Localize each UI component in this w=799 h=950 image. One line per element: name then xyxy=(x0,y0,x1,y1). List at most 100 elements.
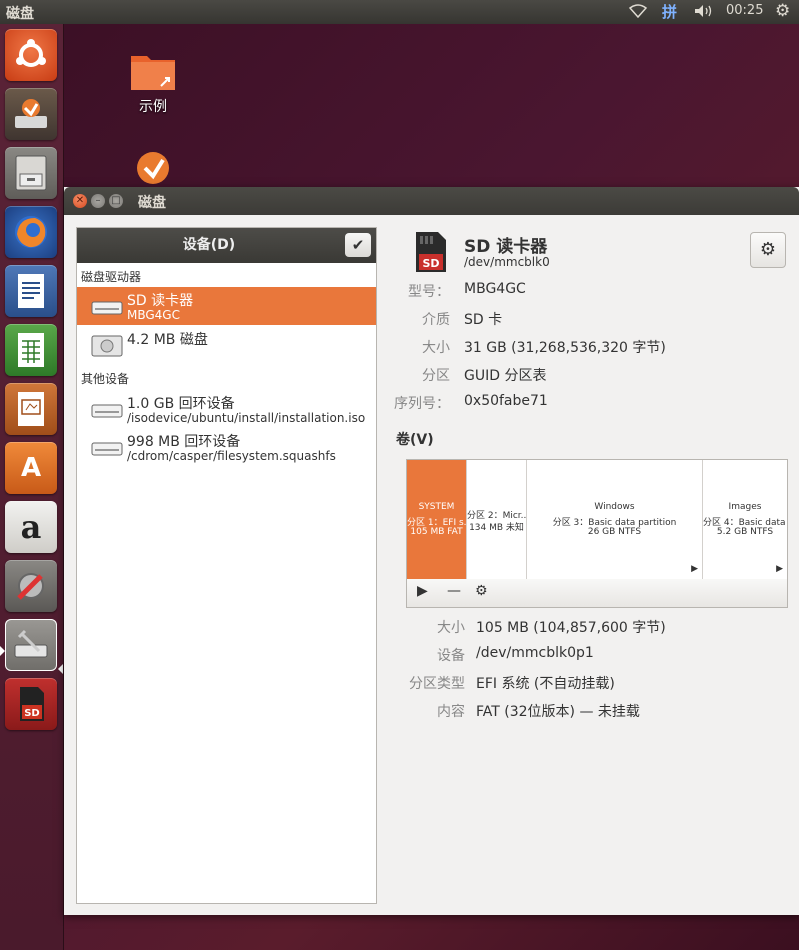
section-other: 其他设备 xyxy=(81,372,130,386)
vol-label-contents: 内容 xyxy=(437,704,465,720)
volume-icon[interactable] xyxy=(693,3,715,21)
amazon-icon: a xyxy=(20,508,42,546)
drive-name: 4.2 MB 磁盘 xyxy=(127,332,208,348)
partition-block-3[interactable]: Windows 分区 3：Basic data partition 26 GB … xyxy=(527,460,703,580)
vol-value-contents: FAT (32位版本) — 未挂载 xyxy=(476,704,640,720)
volumes-heading: 卷(V) xyxy=(396,432,434,448)
volume-toolbar: ▶ — ⚙ xyxy=(406,579,788,608)
prop-value-size: 31 GB (31,268,536,320 字节) xyxy=(464,340,666,356)
active-app-title: 磁盘 xyxy=(6,6,34,22)
device-list-header: 设备(D) ✔ xyxy=(77,228,376,263)
svg-text:SD: SD xyxy=(422,257,439,270)
drive-icon xyxy=(91,301,123,315)
launcher-software-center[interactable]: A xyxy=(5,442,57,494)
devices-heading: 设备(D) xyxy=(182,237,236,253)
drive-backing-file: /isodevice/ubuntu/install/installation.i… xyxy=(127,411,366,425)
partition-options-gears-icon[interactable]: ⚙ xyxy=(475,583,488,599)
clock[interactable]: 00:25 xyxy=(726,3,763,21)
checkmark-icon: ✔ xyxy=(351,236,365,254)
launcher-files[interactable] xyxy=(5,147,57,199)
drive-name: SD 读卡器 xyxy=(127,293,194,309)
file-cabinet-icon xyxy=(5,147,57,199)
prop-label-serial: 序列号： xyxy=(394,396,450,412)
delete-partition-minus-icon[interactable]: — xyxy=(447,583,461,599)
focused-indicator xyxy=(58,664,63,674)
launcher-disks[interactable] xyxy=(5,619,57,671)
ubuntu-logo-icon xyxy=(5,29,57,81)
input-method-indicator[interactable]: 拼 xyxy=(662,1,677,21)
impress-presentation-icon xyxy=(5,383,57,435)
launcher-sd-card[interactable]: SD xyxy=(5,678,57,730)
prop-value-serial: 0x50fabe71 xyxy=(464,393,548,409)
partition-size: 134 MB 未知 xyxy=(469,523,524,533)
wifi-icon[interactable] xyxy=(628,3,648,21)
shopping-bag-icon: A xyxy=(20,453,42,483)
drive-name: 998 MB 回环设备 xyxy=(127,434,241,450)
drive-item-loop-iso[interactable]: 1.0 GB 回环设备 /isodevice/ubuntu/install/in… xyxy=(77,390,376,428)
launcher-impress[interactable] xyxy=(5,383,57,435)
titlebar[interactable]: ✕ – □ 磁盘 xyxy=(64,187,799,215)
installer-icon xyxy=(137,152,169,184)
expand-arrow-icon[interactable]: ▶ xyxy=(691,564,698,574)
drive-icon xyxy=(91,404,123,418)
partition-block-1[interactable]: SYSTEM 分区 1：EFI s... 105 MB FAT xyxy=(407,460,467,580)
prop-label-size: 大小 xyxy=(422,340,450,356)
drive-item-loop-squashfs[interactable]: 998 MB 回环设备 /cdrom/casper/filesystem.squ… xyxy=(77,428,376,466)
partition-size: 105 MB FAT xyxy=(410,527,463,537)
prop-label-partitioning: 分区 xyxy=(422,368,450,384)
firefox-icon xyxy=(5,206,57,258)
vol-label-device: 设备 xyxy=(437,648,465,664)
launcher-installer[interactable] xyxy=(5,88,57,140)
writer-document-icon xyxy=(5,265,57,317)
desktop-icon-installer[interactable] xyxy=(118,148,188,192)
desktop-icon-label: 示例 xyxy=(139,99,167,115)
launcher-firefox[interactable] xyxy=(5,206,57,258)
drive-name: 1.0 GB 回环设备 xyxy=(127,396,235,412)
partition-block-4[interactable]: Images 分区 4：Basic data ... 5.2 GB NTFS ▶ xyxy=(703,460,787,580)
drive-options-button[interactable]: ⚙ xyxy=(750,232,786,268)
settings-wrench-icon xyxy=(5,560,57,612)
sd-card-icon: SD xyxy=(416,232,446,272)
vol-value-device: /dev/mmcblk0p1 xyxy=(476,645,594,661)
top-panel: 磁盘 拼 00:25 ⚙ xyxy=(0,0,799,24)
partition-label: SYSTEM xyxy=(418,502,455,512)
disks-window: ✕ – □ 磁盘 设备(D) ✔ 磁盘驱动器 SD 读卡器 MBG4GC 4.2… xyxy=(64,187,799,915)
drive-icon xyxy=(91,442,123,456)
running-indicator xyxy=(0,646,5,656)
system-gear-icon[interactable]: ⚙ xyxy=(775,1,790,21)
vol-label-partition-type: 分区类型 xyxy=(409,676,465,692)
drive-title: SD 读卡器 xyxy=(464,237,548,257)
prop-label-model: 型号： xyxy=(408,284,450,300)
launcher-system-settings[interactable] xyxy=(5,560,57,612)
folder-icon xyxy=(131,56,175,90)
volume-map: SYSTEM 分区 1：EFI s... 105 MB FAT 分区 2：Mic… xyxy=(406,459,788,581)
prop-value-partitioning: GUID 分区表 xyxy=(464,368,547,384)
disks-icon xyxy=(5,619,57,671)
section-drives: 磁盘驱动器 xyxy=(81,270,142,284)
desktop-icon-examples[interactable]: 示例 xyxy=(118,50,188,116)
svg-text:SD: SD xyxy=(24,708,40,719)
launcher-calc[interactable] xyxy=(5,324,57,376)
partition-size: 5.2 GB NTFS xyxy=(716,527,774,537)
select-mode-check-button[interactable]: ✔ xyxy=(345,233,371,257)
partition-label: Windows xyxy=(594,502,635,512)
gear-icon: ⚙ xyxy=(759,239,777,260)
dash-home-button[interactable] xyxy=(5,29,57,81)
launcher-amazon[interactable]: a xyxy=(5,501,57,553)
drive-item-sd-reader[interactable]: SD 读卡器 MBG4GC xyxy=(77,287,376,325)
vol-value-partition-type: EFI 系统 (不自动挂载) xyxy=(476,676,615,692)
prop-label-media: 介质 xyxy=(422,312,450,328)
partition-block-2[interactable]: 分区 2：Micr... 134 MB 未知 xyxy=(467,460,527,580)
close-icon[interactable]: ✕ xyxy=(73,194,87,208)
drive-backing-file: /cdrom/casper/filesystem.squashfs xyxy=(127,449,336,463)
prop-value-model: MBG4GC xyxy=(464,281,526,297)
vol-label-size: 大小 xyxy=(437,620,465,636)
sd-card-icon: SD xyxy=(5,678,57,730)
minimize-icon[interactable]: – xyxy=(91,194,105,208)
maximize-icon[interactable]: □ xyxy=(109,194,123,208)
expand-arrow-icon[interactable]: ▶ xyxy=(776,564,783,574)
device-list-pane: 设备(D) ✔ 磁盘驱动器 SD 读卡器 MBG4GC 4.2 MB 磁盘 其他… xyxy=(76,227,377,904)
drive-item-floppy[interactable]: 4.2 MB 磁盘 xyxy=(77,327,376,365)
launcher-writer[interactable] xyxy=(5,265,57,317)
mount-play-icon[interactable]: ▶ xyxy=(417,583,428,599)
